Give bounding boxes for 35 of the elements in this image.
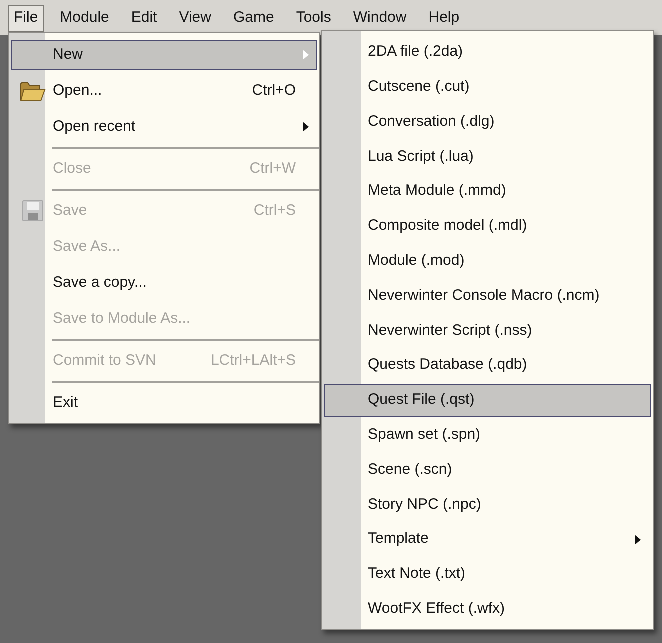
- menu-item[interactable]: Spawn set (.spn): [324, 418, 651, 452]
- menu-item[interactable]: Open... Ctrl+O: [11, 76, 317, 106]
- menu-item[interactable]: Scene (.scn): [324, 453, 651, 486]
- menu-item[interactable]: Cutscene (.cut): [324, 70, 651, 104]
- menu-bar-item[interactable]: Game: [227, 5, 280, 32]
- shortcut-label: Ctrl+W: [250, 158, 296, 179]
- menu-bar-item[interactable]: File: [8, 5, 44, 32]
- menu-bar-item[interactable]: Edit: [125, 5, 164, 32]
- menu-bar-item[interactable]: Tools: [290, 5, 338, 32]
- shortcut-label: Ctrl+S: [254, 200, 296, 221]
- menu-bar-item[interactable]: View: [173, 5, 218, 32]
- menu-bar-item[interactable]: Module: [54, 5, 116, 32]
- menu-item[interactable]: Template: [324, 523, 651, 556]
- menu-item[interactable]: Neverwinter Console Macro (.ncm): [324, 279, 651, 312]
- menu-bar-item[interactable]: Help: [422, 5, 466, 32]
- menu-item[interactable]: Composite model (.mdl): [324, 210, 651, 243]
- menu-item[interactable]: New: [11, 40, 317, 70]
- menu-item[interactable]: Save a copy...: [11, 268, 317, 298]
- menu-item[interactable]: Conversation (.dlg): [324, 105, 651, 138]
- menu-item[interactable]: Open recent: [11, 112, 317, 142]
- menu-bar-item[interactable]: Window: [347, 5, 413, 32]
- menu-item[interactable]: Lua Script (.lua): [324, 140, 651, 174]
- menu-item[interactable]: Exit: [11, 388, 317, 418]
- menu-item[interactable]: Quest File (.qst): [324, 384, 651, 417]
- menu-item[interactable]: Text Note (.txt): [324, 558, 651, 591]
- shortcut-label: Ctrl+O: [252, 80, 296, 101]
- menu-item[interactable]: Module (.mod): [324, 244, 651, 278]
- menu-item[interactable]: Quests Database (.qdb): [324, 349, 651, 382]
- menu-item[interactable]: Meta Module (.mmd): [324, 175, 651, 208]
- menu-item[interactable]: WootFX Effect (.wfx): [324, 592, 651, 626]
- menu-item[interactable]: Story NPC (.npc): [324, 488, 651, 522]
- folder-icon: [20, 80, 46, 102]
- menu-item[interactable]: 2DA file (.2da): [324, 36, 651, 69]
- menu-item[interactable]: Neverwinter Script (.nss): [324, 314, 651, 348]
- shortcut-label: LCtrl+LAlt+S: [210, 350, 296, 371]
